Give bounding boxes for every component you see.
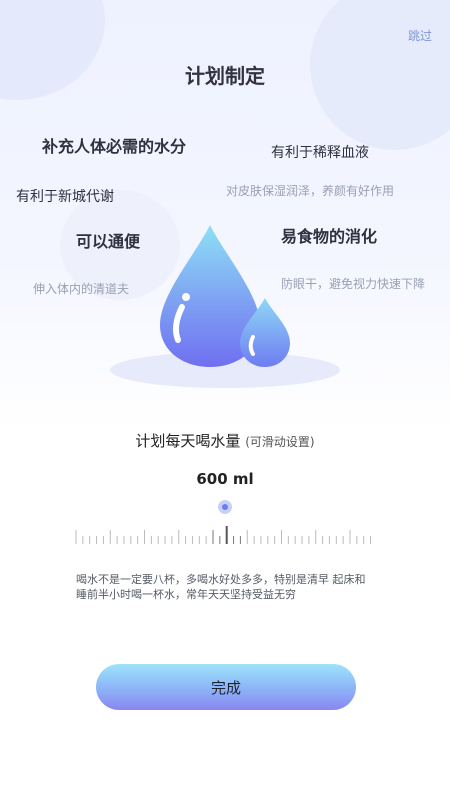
done-button[interactable]: 完成	[96, 664, 356, 710]
benefit-metabolism: 有利于新城代谢	[16, 189, 114, 205]
hero-illustration: 跳过 计划制定 补充人体必需的水分 有利于稀释血液 有利于新城代谢 对皮肤保湿润…	[0, 0, 450, 430]
benefit-skin: 对皮肤保湿润泽，养颜有好作用	[226, 184, 395, 198]
page-title: 计划制定	[185, 64, 265, 88]
plan-label-text: 计划每天喝水量	[135, 432, 241, 450]
plan-label: 计划每天喝水量 (可滑动设置)	[0, 430, 450, 451]
water-drop-icon	[110, 225, 340, 388]
water-amount: 600 ml	[196, 470, 254, 488]
benefit-blood: 有利于稀释血液	[271, 145, 369, 161]
benefit-hydration: 补充人体必需的水分	[42, 137, 187, 156]
skip-button[interactable]: 跳过	[408, 27, 432, 44]
plan-hint: (可滑动设置)	[245, 435, 315, 449]
info-note: 喝水不是一定要八杯，多喝水好处多多，特别是清早 起床和睡前半小时喝一杯水，常年天…	[76, 573, 366, 601]
slider-knob[interactable]	[218, 500, 232, 514]
amount-ruler-slider[interactable]	[0, 520, 450, 550]
